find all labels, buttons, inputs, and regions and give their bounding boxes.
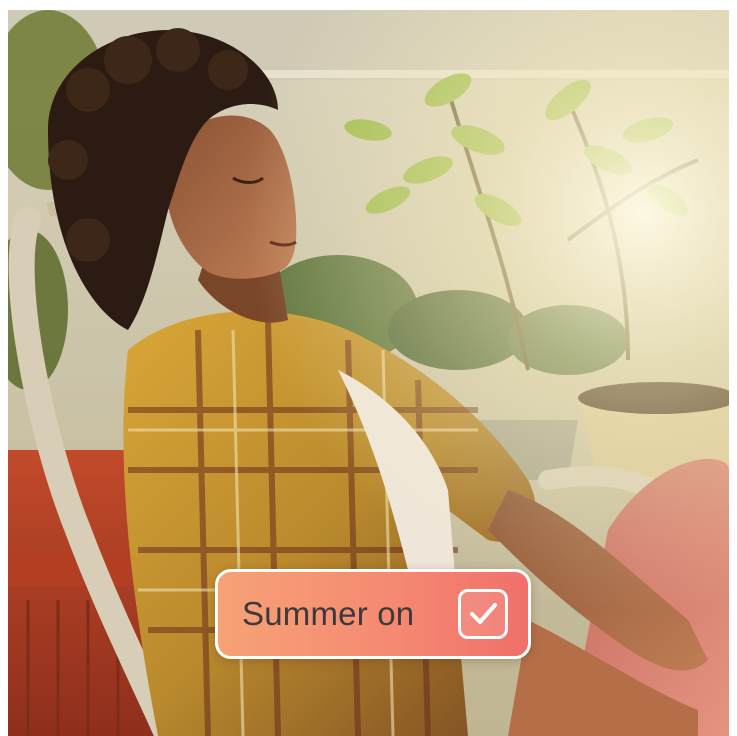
checkbox[interactable] xyxy=(458,589,508,639)
checkmark-icon xyxy=(470,603,497,624)
screenshot-canvas: Summer on xyxy=(0,0,737,736)
toggle-label: Summer on xyxy=(242,595,415,632)
summer-on-toggle[interactable]: Summer on xyxy=(215,569,531,659)
